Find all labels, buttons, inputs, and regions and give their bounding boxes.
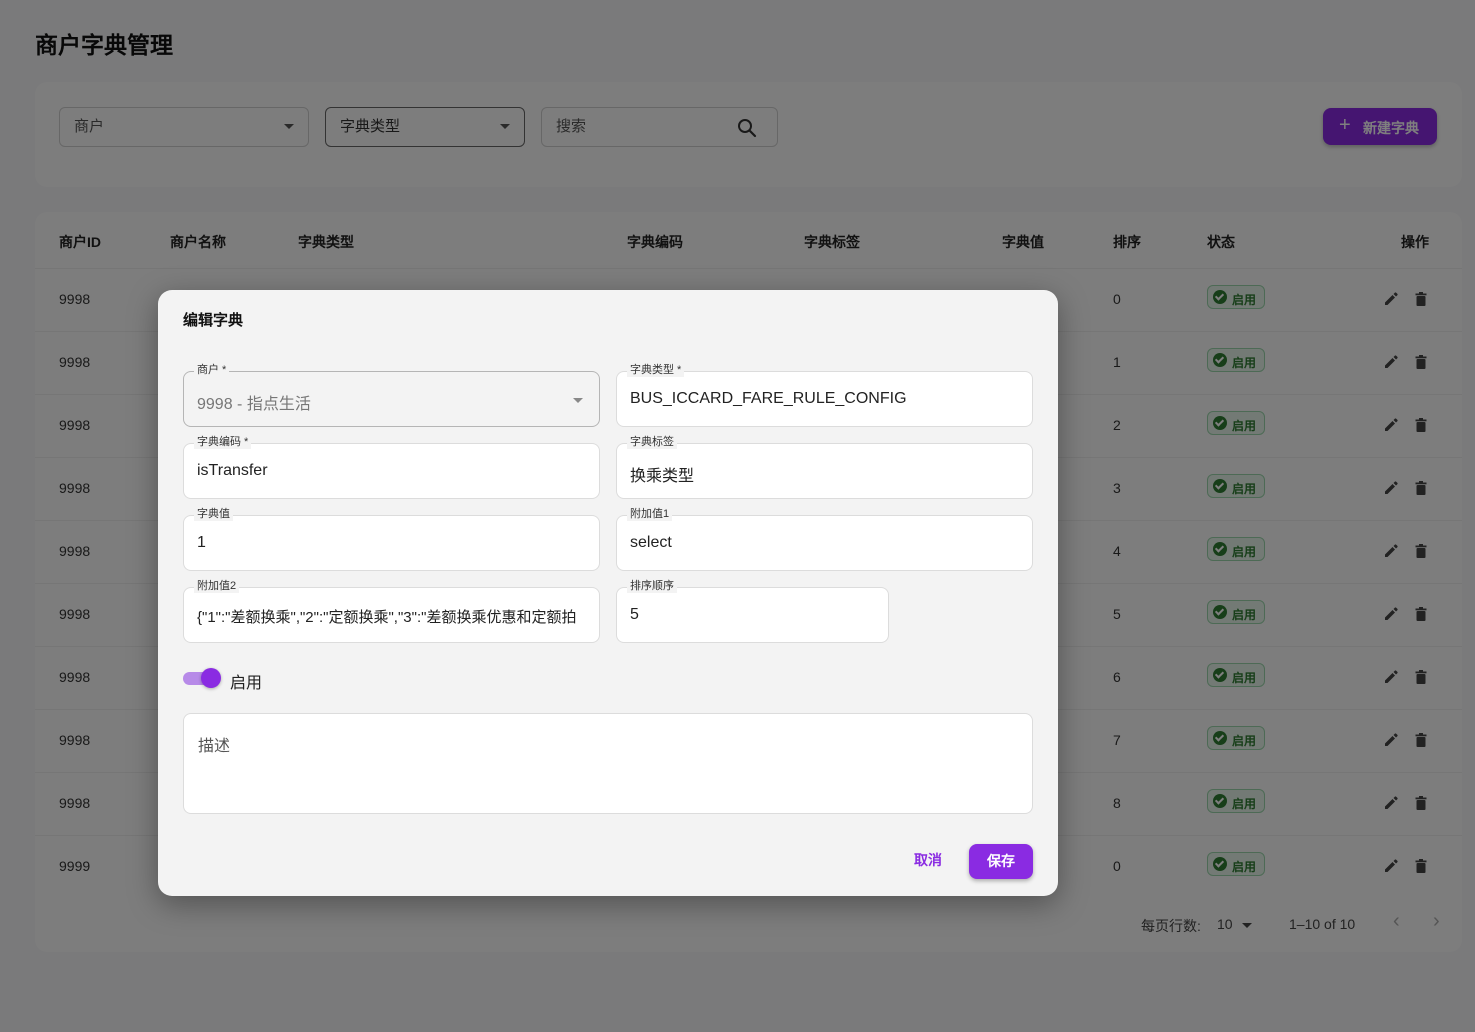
dict-type-field-label: 字典类型 * <box>627 363 685 377</box>
merchant-select[interactable]: 商户 * 9998 - 指点生活 <box>183 363 600 427</box>
dict-type-field[interactable]: 字典类型 * BUS_ICCARD_FARE_RULE_CONFIG <box>616 363 1033 427</box>
extra-value2-field-value: {"1":"差额换乘","2":"定额换乘","3":"差额换乘优惠和定额拍 <box>197 609 577 626</box>
toggle-knob <box>201 668 221 688</box>
dict-label-field-value: 换乘类型 <box>630 468 695 485</box>
cancel-button[interactable]: 取消 <box>908 844 948 876</box>
dict-value-field-value: 1 <box>197 534 206 551</box>
dialog-title: 编辑字典 <box>183 312 244 329</box>
dict-value-field[interactable]: 字典值 1 <box>183 507 600 571</box>
extra-value2-field-label: 附加值2 <box>194 579 240 593</box>
dict-type-field-value: BUS_ICCARD_FARE_RULE_CONFIG <box>630 390 907 407</box>
extra-value1-field[interactable]: 附加值1 select <box>616 507 1033 571</box>
description-placeholder: 描述 <box>198 738 231 755</box>
sort-order-field-value: 5 <box>630 606 639 623</box>
extra-value1-field-value: select <box>630 534 672 551</box>
sort-order-field-label: 排序顺序 <box>627 579 677 593</box>
merchant-field-value: 9998 - 指点生活 <box>197 396 311 413</box>
sort-order-field[interactable]: 排序顺序 5 <box>616 579 889 643</box>
dict-label-field-label: 字典标签 <box>627 435 677 449</box>
dict-value-field-label: 字典值 <box>194 507 233 521</box>
dict-code-field-value: isTransfer <box>197 462 268 479</box>
caret-down-icon <box>573 398 583 403</box>
enabled-label: 启用 <box>230 675 263 692</box>
edit-dict-dialog: 编辑字典 商户 * 9998 - 指点生活 字典类型 * BUS_ICCARD_… <box>158 290 1058 896</box>
extra-value1-field-label: 附加值1 <box>627 507 673 521</box>
extra-value2-field[interactable]: 附加值2 {"1":"差额换乘","2":"定额换乘","3":"差额换乘优惠和… <box>183 579 600 643</box>
enabled-toggle[interactable] <box>183 667 221 689</box>
dict-label-field[interactable]: 字典标签 换乘类型 <box>616 435 1033 499</box>
dict-code-field[interactable]: 字典编码 * isTransfer <box>183 435 600 499</box>
description-textarea[interactable]: 描述 <box>183 713 1033 814</box>
save-button[interactable]: 保存 <box>969 844 1033 879</box>
dict-code-field-label: 字典编码 * <box>194 435 252 449</box>
merchant-field-label: 商户 * <box>194 363 230 377</box>
